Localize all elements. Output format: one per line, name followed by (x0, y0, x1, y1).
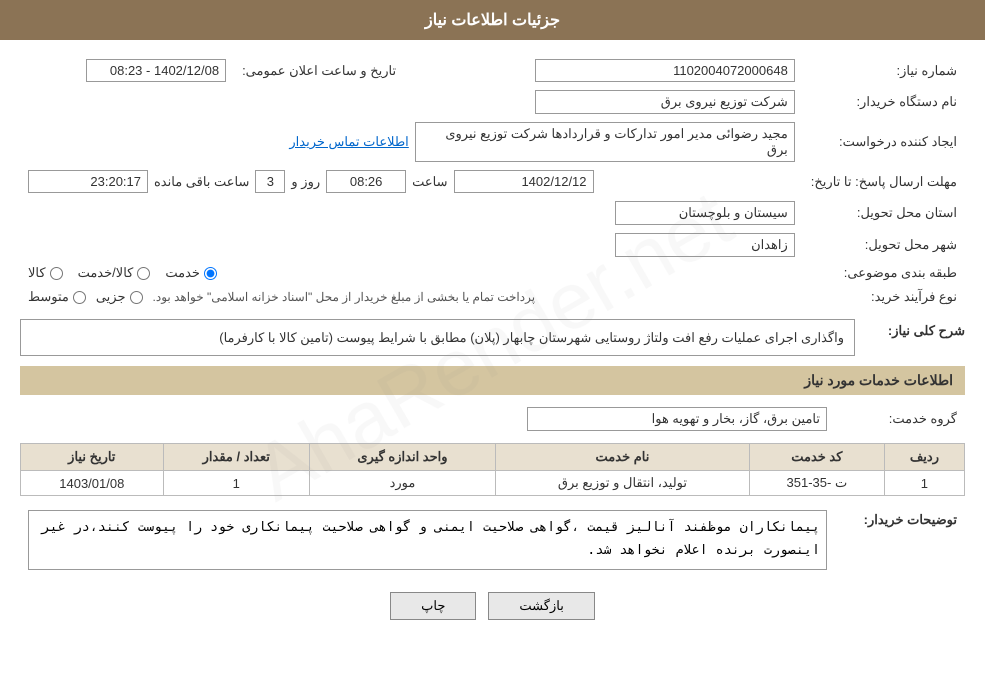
announce-value: 1402/12/08 - 08:23 (86, 59, 226, 82)
buyer-desc-textarea[interactable] (28, 510, 827, 570)
services-header: اطلاعات خدمات مورد نیاز (20, 366, 965, 395)
buyer-label: نام دستگاه خریدار: (803, 86, 965, 118)
col-row: ردیف (884, 444, 964, 471)
cell-name: تولید، انتقال و توزیع برق (496, 471, 750, 496)
province-label: استان محل تحویل: (803, 197, 965, 229)
service-group-value: تامین برق، گاز، بخار و تهویه هوا (527, 407, 827, 431)
proc-medium[interactable]: متوسط (28, 289, 86, 305)
description-value: واگذاری اجرای عملیات رفع افت ولتاژ روستا… (20, 319, 855, 356)
proc-medium-label: متوسط (28, 289, 69, 305)
col-qty: تعداد / مقدار (163, 444, 309, 471)
contact-link[interactable]: اطلاعات تماس خریدار (289, 134, 408, 150)
proc-partial-label: جزیی (96, 289, 126, 305)
buyer-desc-label: توضیحات خریدار: (835, 506, 965, 577)
col-date: تاریخ نیاز (21, 444, 164, 471)
proc-medium-input[interactable] (73, 291, 86, 304)
province-value: سیستان و بلوچستان (615, 201, 795, 225)
print-button[interactable]: چاپ (390, 592, 476, 620)
radio-goods-service[interactable]: کالا/خدمت (78, 265, 151, 281)
service-group-label: گروه خدمت: (835, 403, 965, 435)
page-title: جزئیات اطلاعات نیاز (0, 0, 985, 40)
need-number-value: 1102004072000648 (535, 59, 795, 82)
col-code: کد خدمت (749, 444, 884, 471)
col-unit: واحد اندازه گیری (309, 444, 495, 471)
deadline-remaining: 23:20:17 (28, 170, 148, 193)
deadline-time-label: ساعت (412, 174, 447, 190)
cell-date: 1403/01/08 (21, 471, 164, 496)
creator-label: ایجاد کننده درخواست: (803, 118, 965, 166)
proc-partial[interactable]: جزیی (96, 289, 143, 305)
radio-goods[interactable]: کالا (28, 265, 63, 281)
description-label: شرح کلی نیاز: (865, 319, 965, 339)
cell-unit: مورد (309, 471, 495, 496)
col-name: نام خدمت (496, 444, 750, 471)
buyer-value: شرکت توزیع نیروی برق (535, 90, 795, 114)
radio-service[interactable]: خدمت (165, 265, 217, 281)
proc-note: پرداخت تمام یا بخشی از مبلغ خریدار از مح… (153, 290, 536, 304)
proc-partial-input[interactable] (130, 291, 143, 304)
radio-goods-service-input[interactable] (137, 267, 150, 280)
cell-row: 1 (884, 471, 964, 496)
cell-code: ت -35-351 (749, 471, 884, 496)
proc-type-label: نوع فرآیند خرید: (803, 285, 965, 309)
city-label: شهر محل تحویل: (803, 229, 965, 261)
deadline-remaining-label: ساعت باقی مانده (154, 174, 249, 190)
services-table: ردیف کد خدمت نام خدمت واحد اندازه گیری ت… (20, 443, 965, 496)
creator-value: مجید رضوائی مدیر امور تدارکات و قرارداده… (415, 122, 795, 162)
radio-goods-label: کالا (28, 265, 46, 281)
city-value: زاهدان (615, 233, 795, 257)
table-row: 1 ت -35-351 تولید، انتقال و توزیع برق مو… (21, 471, 965, 496)
radio-goods-input[interactable] (50, 267, 63, 280)
radio-goods-service-label: کالا/خدمت (78, 265, 134, 281)
deadline-date: 1402/12/12 (454, 170, 594, 193)
back-button[interactable]: بازگشت (488, 592, 594, 620)
deadline-day-label: روز و (291, 174, 320, 190)
radio-service-input[interactable] (204, 267, 217, 280)
announce-label: تاریخ و ساعت اعلان عمومی: (234, 55, 404, 86)
category-label: طبقه بندی موضوعی: (803, 261, 965, 285)
deadline-time: 08:26 (326, 170, 406, 193)
cell-qty: 1 (163, 471, 309, 496)
need-number-label: شماره نیاز: (803, 55, 965, 86)
action-buttons: بازگشت چاپ (20, 592, 965, 620)
deadline-label: مهلت ارسال پاسخ: تا تاریخ: (803, 166, 965, 197)
radio-service-label: خدمت (165, 265, 200, 281)
deadline-days: 3 (255, 170, 285, 193)
